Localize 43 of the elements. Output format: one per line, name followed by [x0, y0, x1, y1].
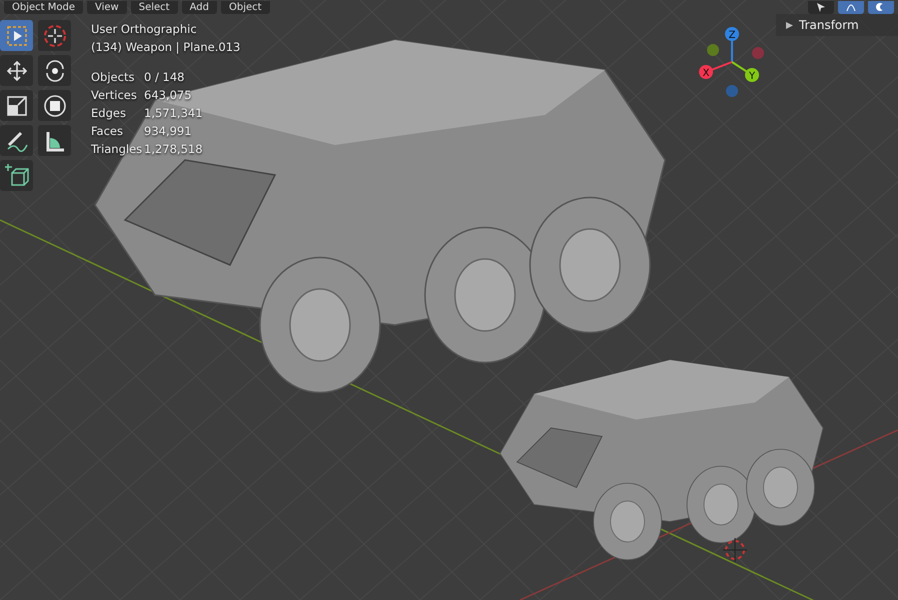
- move-arrows-icon: [6, 60, 28, 82]
- stat-label: Triangles: [91, 141, 144, 158]
- axis-handle[interactable]: Z: [725, 27, 739, 62]
- axis-dot: [752, 47, 764, 59]
- stat-label: Objects: [91, 69, 136, 86]
- view-name: User Orthographic: [91, 21, 198, 38]
- menu-button[interactable]: Add: [182, 0, 217, 14]
- pointer-icon: [816, 2, 826, 12]
- stat-label: Faces: [91, 123, 124, 140]
- crosshair-icon: [42, 24, 66, 48]
- tool-button[interactable]: [38, 125, 71, 156]
- axis-handle[interactable]: Y: [731, 61, 759, 82]
- header-toggle-button[interactable]: [838, 0, 864, 14]
- select-box-icon: [6, 24, 28, 46]
- stat-value: 934,991: [144, 123, 193, 140]
- tool-button[interactable]: [38, 20, 71, 51]
- axis-dot: [707, 44, 719, 56]
- tool-button[interactable]: [0, 90, 33, 121]
- transform-icon: [42, 94, 66, 118]
- stat-value: 1,278,518: [144, 141, 204, 158]
- tool-button[interactable]: [0, 55, 33, 86]
- menu-button[interactable]: Select: [130, 0, 178, 14]
- scale-icon: [6, 94, 28, 116]
- mode-dropdown[interactable]: Object Mode: [4, 0, 83, 14]
- tool-button[interactable]: [0, 160, 33, 191]
- axis-handle[interactable]: X: [699, 61, 732, 79]
- curve-icon: [846, 2, 856, 12]
- header-toggle-button[interactable]: [808, 0, 834, 14]
- transform-panel-header[interactable]: Transform: [776, 14, 898, 36]
- tool-button[interactable]: [38, 55, 71, 86]
- header-toggle-button[interactable]: [868, 0, 894, 14]
- add-cube-icon: [4, 162, 30, 188]
- axis-dot: [726, 85, 738, 97]
- tool-button[interactable]: [38, 90, 71, 121]
- panel-title: Transform: [799, 18, 859, 32]
- stat-label: Vertices: [91, 87, 138, 104]
- crosshair-icon: [722, 538, 748, 562]
- active-object-label: (134) Weapon | Plane.013: [91, 39, 240, 56]
- stat-label: Edges: [91, 105, 127, 122]
- tool-button[interactable]: [0, 125, 33, 156]
- menu-button[interactable]: Object: [220, 0, 270, 14]
- stat-value: 0 / 148: [144, 69, 186, 86]
- menu-button[interactable]: View: [87, 0, 127, 14]
